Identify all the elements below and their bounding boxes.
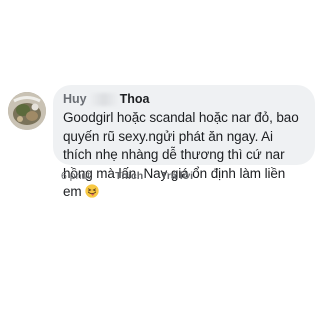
like-button[interactable]: Thích bbox=[115, 170, 143, 182]
reply-button[interactable]: Trả lời bbox=[161, 170, 193, 182]
comment-bubble: Huy Thoa Goodgirl hoặc scandal hoặc nar đ… bbox=[53, 85, 315, 199]
comment-actions: 6 phút Thích Trả lời bbox=[61, 170, 193, 182]
avatar-photo-icon bbox=[8, 92, 46, 130]
grinning-squinting-face-with-tongue-icon bbox=[85, 184, 99, 198]
comment-author[interactable]: Huy Thoa bbox=[63, 92, 305, 107]
avatar[interactable] bbox=[8, 92, 46, 130]
author-name-end[interactable]: Thoa bbox=[120, 92, 150, 106]
comment-screen: Huy Thoa Goodgirl hoặc scandal hoặc nar đ… bbox=[0, 0, 320, 320]
redacted-name-mask bbox=[89, 93, 119, 106]
author-name-start[interactable]: Huy bbox=[63, 92, 87, 106]
comment-time[interactable]: 6 phút bbox=[61, 170, 90, 182]
comment-body: Goodgirl hoặc scandal hoặc nar đỏ, bao q… bbox=[63, 109, 305, 202]
